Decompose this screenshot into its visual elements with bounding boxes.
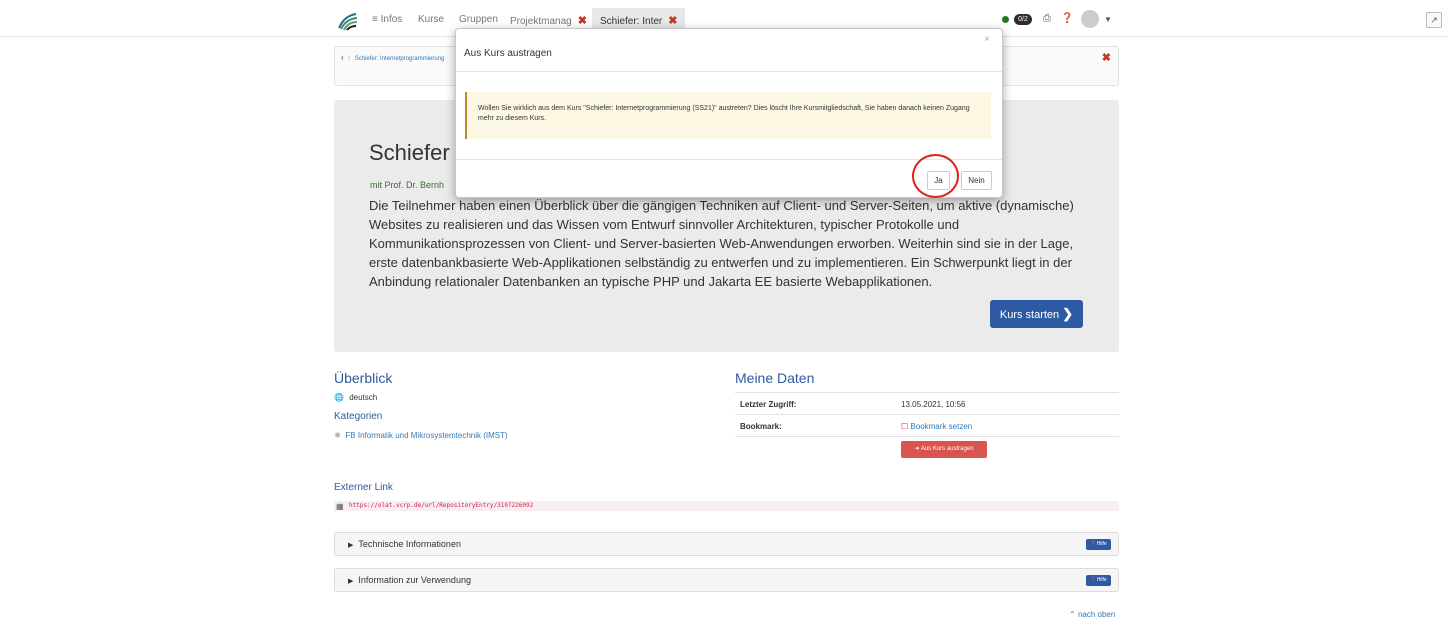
dialog-header: Aus Kurs austragen × [456,29,1002,72]
usage-info-panel[interactable]: ▶ Information zur Verwendung ❓Hilfe [334,568,1119,592]
overview-heading: Überblick [334,370,393,386]
tab-label: Schiefer: Inter [600,16,663,27]
course-title: Schiefer [369,140,450,165]
panel-title: ▶ Information zur Verwendung [348,575,471,585]
sitemap-icon: ⚛ [334,431,342,440]
categories-heading: Kategorien [334,411,383,422]
close-icon[interactable]: × [984,34,990,45]
highlight-circle [912,154,959,198]
fingerprint-logo-icon[interactable] [336,8,360,32]
category-label: FB Informatik und Mikrosystemtechnik (IM… [345,431,508,440]
last-access-value: 13.05.2021, 10:56 [901,400,966,409]
cancel-no-button[interactable]: Nein [961,171,992,190]
help-button[interactable]: ❓Hilfe [1086,575,1111,586]
online-status-icon [1002,16,1009,23]
breadcrumb-path: ‹ / Schiefer: Internetprogrammierung [341,53,444,62]
leave-course-label: Aus Kurs austragen [920,446,974,452]
breadcrumb-separator: / [348,56,351,62]
start-course-button[interactable]: Kurs starten ❯ [990,300,1083,328]
leave-course-button[interactable]: ➜ Aus Kurs austragen [901,441,987,458]
qr-code-icon[interactable]: ▦ [336,502,344,511]
panel-label: Technische Informationen [358,539,461,549]
external-link-heading: Externer Link [334,482,393,493]
help-label: Hilfe [1096,541,1107,547]
external-link-url[interactable]: https://olat.vcrp.de/url/RepositoryEntry… [349,502,533,509]
caret-right-icon: ▶ [348,542,354,549]
category-link[interactable]: ⚛ FB Informatik und Mikrosystemtechnik (… [334,431,508,440]
bookmark-icon: ☐ [901,422,909,431]
tab-projektmanagement[interactable]: Projektmanag ✖ [510,14,587,27]
last-access-label: Letzter Zugriff: [740,400,797,409]
technical-info-panel[interactable]: ▶ Technische Informationen ❓Hilfe [334,532,1119,556]
external-link-bar: ▦ https://olat.vcrp.de/url/RepositoryEnt… [334,501,1119,511]
tab-gruppen[interactable]: Gruppen [459,14,498,25]
breadcrumb-current[interactable]: Schiefer: Internetprogrammierung [355,56,445,62]
close-tab-icon[interactable]: ✖ [578,15,587,27]
print-icon[interactable]: ⎙ [1043,13,1051,24]
help-button[interactable]: ❓Hilfe [1086,539,1111,550]
panel-label: Information zur Verwendung [358,575,471,585]
language-value: deutsch [349,393,378,402]
my-data-heading: Meine Daten [735,370,815,386]
tab-label: Projektmanag [510,16,572,27]
warning-message-box: Wollen Sie wirklich aus dem Kurs "Schief… [465,92,991,139]
panel-title: ▶ Technische Informationen [348,539,461,549]
course-description: Die Teilnehmer haben einen Überblick übe… [369,198,1074,289]
bookmark-row: Bookmark: ☐ Bookmark setzen [735,414,1119,436]
chevron-up-icon: ⌃ [1069,610,1076,619]
chevron-right-icon: ❯ [1062,306,1074,321]
dialog-title: Aus Kurs austragen [464,48,552,59]
help-icon[interactable]: ❓ [1061,13,1073,24]
close-tab-icon[interactable]: ✖ [668,15,677,27]
last-access-row: Letzter Zugriff: 13.05.2021, 10:56 [735,392,1119,414]
chat-badge[interactable]: 0/2 [1014,14,1032,25]
tab-kurse[interactable]: Kurse [418,14,444,25]
close-course-icon[interactable]: ✖ [1102,51,1111,64]
tab-infos[interactable]: ≡ Infos [372,14,402,25]
bookmark-link[interactable]: ☐ Bookmark setzen [901,422,972,431]
chevron-down-icon[interactable]: ▼ [1104,15,1112,24]
course-authors: mit Prof. Dr. Bernh [370,180,445,190]
back-to-top-link[interactable]: ⌃ nach oben [1069,610,1115,619]
back-icon[interactable]: ‹ [341,53,344,62]
divider [735,436,1119,437]
avatar[interactable] [1081,10,1099,28]
back-to-top-label: nach oben [1077,610,1116,619]
globe-icon: 🌐 [334,393,344,402]
expand-icon[interactable]: ↗ [1426,12,1442,28]
start-course-label: Kurs starten [999,309,1060,321]
warning-message: Wollen Sie wirklich aus dem Kurs "Schief… [478,105,970,122]
help-label: Hilfe [1096,577,1107,583]
caret-right-icon: ▶ [348,578,354,585]
bookmark-label: Bookmark: [740,422,782,431]
language-info: 🌐 deutsch [334,393,377,402]
sign-out-icon: ➜ [914,446,920,452]
bookmark-link-label: Bookmark setzen [910,422,973,431]
